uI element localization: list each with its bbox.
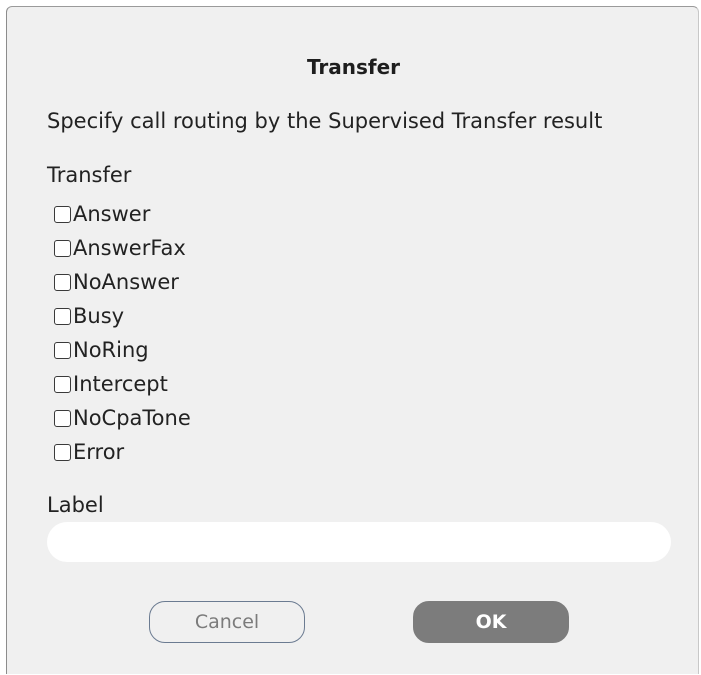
transfer-group-label: Transfer: [47, 163, 132, 187]
option-intercept[interactable]: Intercept: [54, 367, 354, 401]
option-label: Busy: [73, 304, 125, 328]
dialog-description: Specify call routing by the Supervised T…: [47, 109, 603, 133]
option-noanswer[interactable]: NoAnswer: [54, 265, 354, 299]
option-label: Answer: [73, 202, 151, 226]
checkbox[interactable]: [54, 443, 71, 461]
label-input[interactable]: [47, 522, 671, 562]
option-label: NoRing: [73, 338, 149, 362]
checkbox[interactable]: [54, 239, 71, 257]
transfer-dialog: Transfer Specify call routing by the Sup…: [6, 6, 699, 674]
option-label: AnswerFax: [73, 236, 186, 260]
label-field-caption: Label: [47, 493, 104, 517]
checkbox[interactable]: [54, 375, 71, 393]
checkbox[interactable]: [54, 205, 71, 223]
option-label: NoCpaTone: [73, 406, 191, 430]
checkbox[interactable]: [54, 273, 71, 291]
checkbox[interactable]: [54, 307, 71, 325]
checkbox[interactable]: [54, 341, 71, 359]
option-answerfax[interactable]: AnswerFax: [54, 231, 354, 265]
option-answer[interactable]: Answer: [54, 197, 354, 231]
option-noring[interactable]: NoRing: [54, 333, 354, 367]
option-label: Intercept: [73, 372, 168, 396]
cancel-button[interactable]: Cancel: [149, 601, 305, 643]
transfer-options-list: Answer AnswerFax NoAnswer Busy NoRing In…: [54, 197, 354, 469]
option-label: NoAnswer: [73, 270, 179, 294]
option-nocpatone[interactable]: NoCpaTone: [54, 401, 354, 435]
option-label: Error: [73, 440, 125, 464]
option-busy[interactable]: Busy: [54, 299, 354, 333]
checkbox[interactable]: [54, 409, 71, 427]
ok-button[interactable]: OK: [413, 601, 569, 643]
dialog-title: Transfer: [306, 55, 401, 79]
option-error[interactable]: Error: [54, 435, 354, 469]
